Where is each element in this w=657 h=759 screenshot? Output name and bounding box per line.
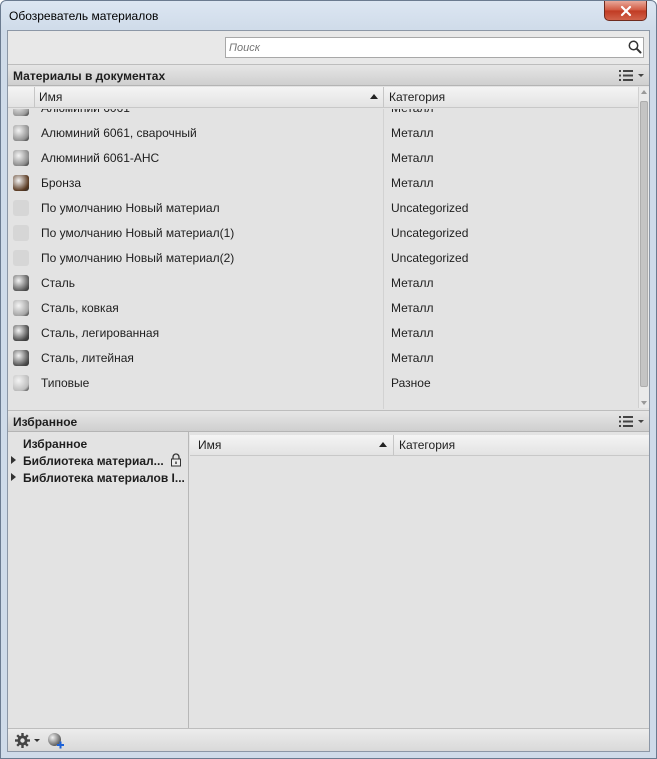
name-column-header[interactable]: Имя [193, 435, 389, 455]
material-category: Металл [391, 276, 434, 290]
material-swatch-icon [13, 150, 29, 166]
create-material-icon[interactable] [47, 732, 64, 749]
material-name: Сталь, литейная [41, 351, 134, 365]
material-swatch-icon [13, 250, 29, 266]
table-row[interactable]: Сталь Металл [8, 272, 638, 297]
close-icon [620, 5, 631, 17]
list-view-icon[interactable] [617, 414, 647, 429]
material-swatch-icon [13, 325, 29, 341]
category-column-label: Категория [399, 438, 456, 452]
material-name: Алюминий 6061 [41, 109, 130, 115]
table-row[interactable]: По умолчанию Новый материал(2) Uncategori… [8, 247, 638, 272]
material-swatch-icon [13, 300, 29, 316]
material-name: Алюминий 6061-AHC [41, 151, 160, 165]
title-bar[interactable]: Обозреватель материалов [1, 1, 656, 29]
material-category: Металл [391, 176, 434, 190]
material-swatch-icon [13, 125, 29, 141]
table-row[interactable]: Типовые Разное [8, 372, 638, 397]
tree-item-label: Библиотека материал... [23, 454, 164, 468]
tree-item-favorites[interactable]: Избранное [8, 435, 189, 452]
material-category: Металл [391, 151, 434, 165]
material-name: Типовые [41, 376, 90, 390]
chevron-down-icon[interactable] [34, 739, 40, 742]
doc-materials-column-header: Имя Категория [8, 87, 638, 108]
material-category: Металл [391, 351, 434, 365]
tree-item-library[interactable]: Библиотека материалов I... [8, 469, 189, 486]
scrollbar-thumb[interactable] [640, 101, 648, 387]
material-name: По умолчанию Новый материал [41, 201, 220, 215]
search-bar [8, 31, 649, 64]
material-category: Uncategorized [391, 201, 469, 215]
search-box[interactable] [225, 37, 644, 58]
material-name: Сталь, ковкая [41, 301, 119, 315]
material-name: Сталь [41, 276, 75, 290]
table-row[interactable]: Алюминий 6061, сварочный Металл [8, 122, 638, 147]
material-swatch-icon [13, 109, 29, 116]
gear-icon[interactable] [14, 732, 31, 749]
table-row[interactable]: Сталь, литейная Металл [8, 347, 638, 372]
material-swatch-icon [13, 175, 29, 191]
table-row[interactable]: Алюминий 6061-AHC Металл [8, 147, 638, 172]
table-row[interactable]: Бронза Металл [8, 172, 638, 197]
sort-ascending-icon [370, 94, 378, 99]
material-swatch-icon [13, 375, 29, 391]
scroll-down-arrow-icon[interactable] [641, 401, 647, 405]
favorites-column-header: Имя Категория [190, 435, 649, 456]
sort-ascending-icon [379, 442, 387, 447]
vertical-scrollbar[interactable] [638, 87, 649, 408]
material-swatch-icon [13, 200, 29, 216]
lock-icon [171, 453, 181, 467]
expand-arrow-icon[interactable] [11, 473, 16, 481]
tree-item-library-locked[interactable]: Библиотека материал... [8, 452, 189, 469]
search-input[interactable] [229, 40, 619, 55]
material-name: Сталь, легированная [41, 326, 160, 340]
category-column-header[interactable]: Категория [394, 435, 649, 455]
material-category: Разное [391, 376, 431, 390]
table-row[interactable]: Сталь, легированная Металл [8, 322, 638, 347]
close-button[interactable] [604, 1, 647, 21]
material-category: Uncategorized [391, 226, 469, 240]
bottom-toolbar [8, 728, 649, 751]
table-row[interactable]: Сталь, ковкая Металл [8, 297, 638, 322]
name-column-label: Имя [39, 90, 63, 104]
material-category: Металл [391, 326, 434, 340]
category-column-header[interactable]: Категория [384, 87, 638, 107]
doc-materials-title: Материалы в документах [13, 69, 166, 83]
name-column-header[interactable]: Имя [34, 87, 383, 107]
material-name: По умолчанию Новый материал(1) [41, 226, 235, 240]
material-swatch-icon [13, 225, 29, 241]
doc-materials-list: Алюминий 6061МеталлАлюминий 6061, свароч… [8, 109, 638, 409]
material-category: Металл [391, 301, 434, 315]
material-name: Бронза [41, 176, 82, 190]
search-icon[interactable] [627, 39, 643, 55]
table-row[interactable]: Алюминий 6061 Металл [8, 109, 638, 122]
favorites-header: Избранное [8, 410, 649, 432]
table-row[interactable]: По умолчанию Новый материал(1) Uncategori… [8, 222, 638, 247]
material-category: Металл [391, 109, 433, 115]
tree-item-label: Избранное [23, 437, 88, 451]
list-view-icon[interactable] [617, 68, 647, 83]
material-category: Металл [391, 126, 434, 140]
doc-materials-header: Материалы в документах [8, 64, 649, 86]
client-area: Материалы в документах Имя Категория [7, 30, 650, 752]
name-column-label: Имя [198, 438, 222, 452]
tree-item-label: Библиотека материалов I... [23, 471, 185, 485]
category-column-label: Категория [389, 90, 446, 104]
material-swatch-icon [13, 350, 29, 366]
material-name: Алюминий 6061, сварочный [41, 126, 197, 140]
thumb-column-header [8, 87, 34, 107]
library-tree: Избранное Библиотека материал... Библиот… [8, 432, 189, 728]
table-row[interactable]: По умолчанию Новый материал Uncategorized [8, 197, 638, 222]
material-name: По умолчанию Новый материал(2) [41, 251, 235, 265]
material-browser-window: Обозреватель материалов Материалы в доку… [0, 0, 657, 759]
favorites-list: Имя Категория [190, 432, 649, 728]
favorites-title: Избранное [13, 415, 78, 429]
expand-arrow-icon[interactable] [11, 456, 16, 464]
window-title: Обозреватель материалов [9, 9, 159, 23]
material-category: Uncategorized [391, 251, 469, 265]
scroll-up-arrow-icon[interactable] [641, 90, 647, 94]
material-swatch-icon [13, 275, 29, 291]
